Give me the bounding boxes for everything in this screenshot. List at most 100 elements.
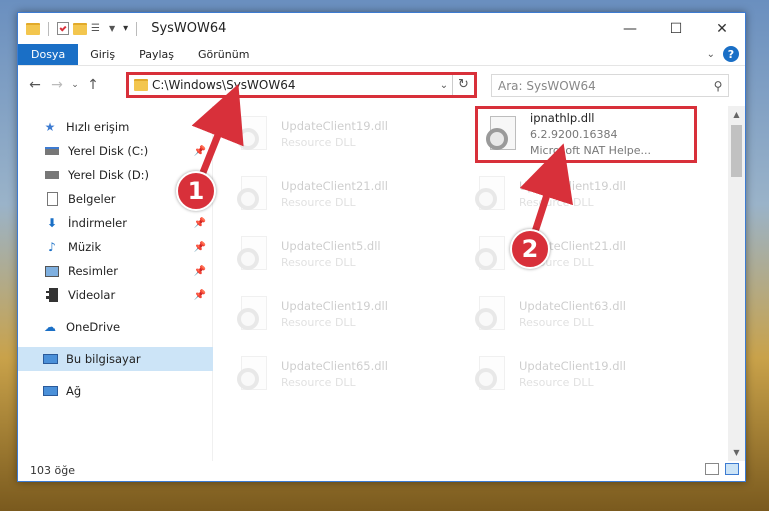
file-tile[interactable]: UpdateClient5.dll Resource DLL [229, 226, 451, 283]
pin-icon: 📌 [193, 145, 206, 157]
pin-icon: 📌 [193, 289, 206, 301]
dll-file-icon [237, 295, 271, 334]
file-version: 6.2.9200.16384 [530, 128, 618, 141]
chevron-down-icon[interactable]: ⌄ [436, 80, 452, 91]
divider [48, 21, 49, 36]
file-description: Resource DLL [281, 136, 356, 149]
search-box[interactable]: Ara: SysWOW64 ⚲ [491, 74, 729, 97]
search-input[interactable]: Ara: SysWOW64 [498, 79, 708, 93]
vertical-scrollbar[interactable]: ▲ ▼ [728, 106, 745, 461]
file-name: UpdateClient21.dll [281, 179, 388, 193]
rename-icon[interactable]: ☰ [91, 23, 105, 35]
window-title: SysWOW64 [151, 21, 227, 36]
navigation-bar: ← → ⌄ ↑ C:\Windows\SysWOW64 ⌄ ↻ Ara: Sys… [18, 66, 745, 104]
dll-file-icon [237, 115, 271, 154]
file-tile[interactable]: UpdateClient65.dll Resource DLL [229, 346, 451, 403]
drive-icon [44, 144, 60, 158]
videos-icon [44, 288, 60, 302]
ribbon-right: ⌄ ? [707, 46, 739, 62]
file-name: ipnathlp.dll [530, 111, 595, 125]
up-arrow-icon[interactable]: ↑ [82, 77, 104, 93]
chevron-down-icon[interactable]: ▼ [109, 24, 115, 33]
sidebar-item-pictures[interactable]: Resimler 📌 [18, 259, 212, 283]
documents-icon [44, 192, 60, 206]
network-icon [42, 384, 58, 398]
dll-file-icon [486, 115, 520, 154]
status-bar: 103 öğe [18, 459, 745, 481]
pin-icon: 📌 [193, 217, 206, 229]
sidebar-item-onedrive[interactable]: ☁ OneDrive [18, 315, 212, 339]
dll-file-icon [475, 355, 509, 394]
sidebar-item-quick-access[interactable]: ★ Hızlı erişim [18, 115, 212, 139]
maximize-button[interactable]: ☐ [653, 13, 699, 44]
annotation-badge-2: 2 [510, 229, 550, 269]
file-tile[interactable]: UpdateClient21.dll Resource DLL [229, 166, 451, 223]
drive-icon [44, 168, 60, 182]
file-description: Resource DLL [281, 196, 356, 209]
file-name: UpdateClient19.dll [281, 119, 388, 133]
address-bar[interactable]: C:\Windows\SysWOW64 ⌄ ↻ [126, 72, 477, 98]
sidebar-item-this-pc[interactable]: Bu bilgisayar [18, 347, 213, 371]
tab-home[interactable]: Giriş [78, 44, 127, 65]
dll-file-icon [237, 355, 271, 394]
dll-file-icon [475, 235, 509, 274]
sidebar-item-label: OneDrive [66, 320, 121, 334]
close-button[interactable]: ✕ [699, 13, 745, 44]
address-text[interactable]: C:\Windows\SysWOW64 [152, 78, 436, 92]
ribbon-tabs: Dosya Giriş Paylaş Görünüm ⌄ ? [18, 44, 745, 66]
quick-access-toolbar: ☰ ▼ ▾ [26, 21, 128, 36]
sidebar-item-music[interactable]: ♪ Müzik 📌 [18, 235, 212, 259]
file-name: UpdateClient65.dll [281, 359, 388, 373]
file-tile-highlighted[interactable]: ipnathlp.dll 6.2.9200.16384 Microsoft NAT … [475, 106, 697, 163]
folder-icon [134, 79, 148, 91]
sidebar-item-label: Resimler [68, 264, 118, 278]
file-description: Resource DLL [519, 316, 594, 329]
dll-file-icon [237, 175, 271, 214]
scroll-up-icon[interactable]: ▲ [728, 106, 745, 123]
recent-locations-icon[interactable]: ⌄ [68, 80, 82, 90]
sidebar-item-label: Hızlı erişim [66, 120, 130, 134]
sidebar-item-videos[interactable]: Videolar 📌 [18, 283, 212, 307]
expand-ribbon-icon[interactable]: ⌄ [707, 49, 715, 60]
file-tile[interactable]: UpdateClient19.dll Resource DLL [229, 286, 451, 343]
sidebar-item-label: Videolar [68, 288, 116, 302]
tiles-view-icon[interactable] [725, 463, 739, 475]
pin-icon: 📌 [193, 265, 206, 277]
pictures-icon [44, 264, 60, 278]
file-name: UpdateClient19.dll [281, 299, 388, 313]
main-area: ★ Hızlı erişim Yerel Disk (C:) 📌 Yerel D… [18, 106, 745, 461]
tab-file[interactable]: Dosya [18, 44, 79, 65]
sidebar-item-downloads[interactable]: ⬇ İndirmeler 📌 [18, 211, 212, 235]
new-folder-icon[interactable] [73, 22, 87, 35]
title-bar: ☰ ▼ ▾ SysWOW64 — ☐ ✕ [18, 13, 745, 44]
window-controls: — ☐ ✕ [607, 13, 745, 44]
refresh-icon[interactable]: ↻ [452, 75, 474, 95]
star-icon: ★ [44, 120, 56, 134]
sidebar-item-label: Belgeler [68, 192, 116, 206]
minimize-button[interactable]: — [607, 13, 653, 44]
file-tile[interactable]: UpdateClient19.dll Resource DLL [467, 166, 689, 223]
help-button[interactable]: ? [723, 46, 739, 62]
tab-share[interactable]: Paylaş [127, 44, 186, 65]
file-tile[interactable]: UpdateClient19.dll Resource DLL [229, 106, 451, 163]
file-tile[interactable]: UpdateClient19.dll Resource DLL [467, 346, 689, 403]
details-view-icon[interactable] [705, 463, 719, 475]
forward-arrow-icon[interactable]: → [46, 77, 68, 93]
tab-view[interactable]: Görünüm [186, 44, 261, 65]
properties-icon[interactable] [57, 22, 69, 35]
search-icon[interactable]: ⚲ [708, 79, 728, 93]
sidebar-item-disk-c[interactable]: Yerel Disk (C:) 📌 [18, 139, 212, 163]
sidebar-item-label: Ağ [66, 384, 82, 398]
file-tile[interactable]: UpdateClient63.dll Resource DLL [467, 286, 689, 343]
customize-toolbar-icon[interactable]: ▾ [123, 23, 128, 34]
file-description: Resource DLL [281, 376, 356, 389]
back-arrow-icon[interactable]: ← [24, 77, 46, 93]
sidebar-item-label: Bu bilgisayar [66, 352, 141, 366]
scroll-thumb[interactable] [731, 125, 742, 177]
cloud-icon: ☁ [44, 320, 56, 334]
sidebar-item-network[interactable]: Ağ [18, 379, 212, 403]
dll-file-icon [237, 235, 271, 274]
file-description: Microsoft NAT Helpe... [530, 144, 652, 157]
file-tile[interactable]: UpdateClient21.dll Resource DLL [467, 226, 689, 283]
